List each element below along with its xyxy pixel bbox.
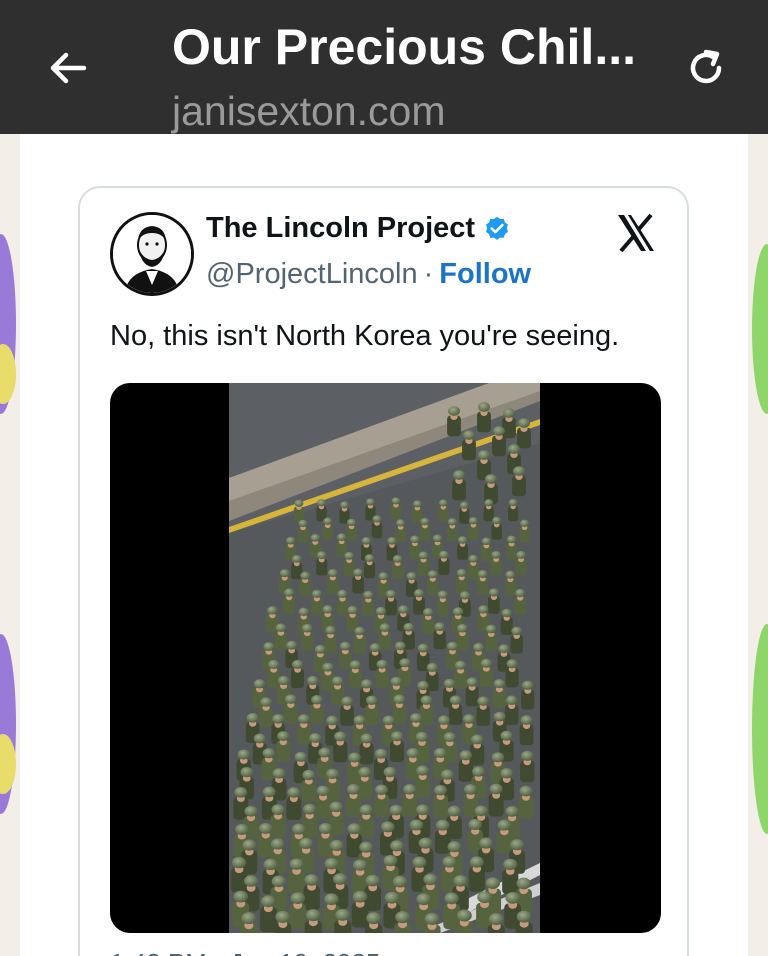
tweet-embed[interactable]: The Lincoln Project @ProjectLincoln · Foll… [78,186,689,956]
video-frame [229,383,540,933]
author-name-row[interactable]: The Lincoln Project [206,212,511,245]
reload-icon [690,49,722,84]
arrow-left-icon [50,52,87,84]
wallpaper-right [748,134,768,956]
x-logo-icon[interactable] [615,212,657,254]
video-player[interactable] [110,383,661,933]
handle[interactable]: @ProjectLincoln [206,258,418,290]
tweet-text: No, this isn't North Korea you're seeing… [110,320,620,352]
separator: · [423,258,434,290]
handle-row: @ProjectLincoln · Follow [206,258,531,291]
page-title: Our Precious Chil... [172,19,636,75]
avatar[interactable] [110,212,194,296]
page-url: janisexton.com [172,88,446,134]
display-name[interactable]: The Lincoln Project [206,212,475,245]
reload-button[interactable] [676,38,736,98]
app-bar: Our Precious Chil... janisexton.com [0,0,768,134]
follow-link[interactable]: Follow [439,258,531,290]
verified-badge-icon [486,216,509,240]
tweet-timestamp: 1:42 PM · Jun 10, 2025 [110,948,380,956]
back-button[interactable] [40,40,96,96]
page: Our Precious Chil... janisexton.com The … [0,0,768,956]
wallpaper-left [0,134,20,956]
soldiers-marching-image [229,383,540,933]
lincoln-portrait-icon [113,215,191,293]
